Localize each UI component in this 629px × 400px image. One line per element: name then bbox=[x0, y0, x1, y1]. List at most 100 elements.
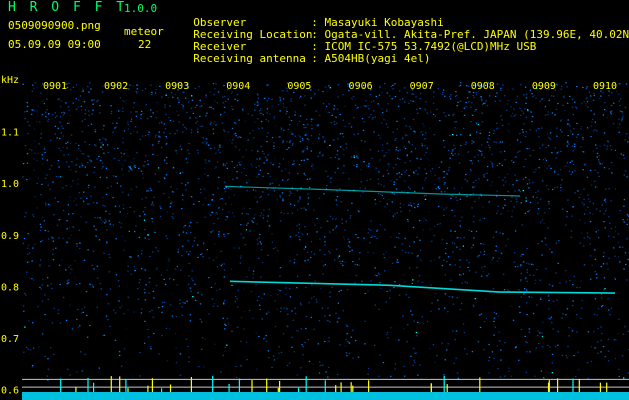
noise-pixel bbox=[576, 331, 578, 333]
noise-pixel bbox=[59, 283, 61, 286]
dark-column bbox=[203, 80, 206, 376]
noise-pixel bbox=[453, 242, 456, 245]
noise-pixel bbox=[405, 125, 407, 127]
noise-pixel bbox=[395, 163, 397, 166]
noise-pixel bbox=[62, 210, 65, 212]
noise-pixel bbox=[419, 239, 421, 241]
noise-pixel bbox=[263, 293, 265, 295]
noise-pixel bbox=[566, 141, 569, 143]
noise-pixel bbox=[525, 371, 527, 373]
noise-pixel bbox=[539, 221, 542, 223]
baseline-spike bbox=[446, 384, 448, 392]
noise-pixel bbox=[551, 251, 553, 253]
noise-pixel bbox=[210, 286, 213, 288]
noise-pixel bbox=[551, 112, 554, 114]
noise-pixel bbox=[500, 87, 502, 89]
noise-pixel bbox=[306, 148, 308, 150]
noise-pixel bbox=[526, 262, 528, 264]
noise-pixel bbox=[518, 289, 520, 291]
noise-pixel bbox=[207, 204, 210, 206]
noise-pixel bbox=[352, 95, 355, 98]
noise-pixel bbox=[437, 186, 439, 188]
noise-pixel bbox=[519, 107, 521, 109]
noise-pixel bbox=[416, 157, 418, 160]
noise-pixel bbox=[56, 224, 59, 226]
dark-column bbox=[270, 80, 273, 376]
noise-pixel bbox=[299, 136, 301, 138]
noise-pixel bbox=[86, 336, 89, 338]
noise-pixel bbox=[185, 97, 187, 99]
noise-pixel bbox=[404, 162, 406, 164]
noise-pixel bbox=[305, 286, 307, 289]
noise-pixel bbox=[399, 90, 401, 92]
dark-column bbox=[497, 80, 499, 376]
noise-pixel bbox=[535, 130, 537, 132]
noise-pixel bbox=[555, 272, 557, 274]
noise-pixel bbox=[526, 269, 528, 271]
noise-pixel bbox=[430, 310, 432, 312]
noise-pixel bbox=[394, 213, 396, 215]
noise-pixel bbox=[223, 302, 225, 304]
noise-pixel bbox=[618, 118, 620, 120]
noise-pixel bbox=[399, 176, 401, 178]
noise-pixel bbox=[39, 259, 42, 261]
baseline-spike bbox=[305, 376, 307, 392]
noise-pixel bbox=[555, 346, 557, 348]
spectrogram-svg: kHz1.11.00.90.80.70.60901 0902 0903 0904 090… bbox=[0, 74, 629, 400]
noise-pixel bbox=[424, 198, 427, 200]
noise-pixel bbox=[378, 273, 380, 275]
noise-pixel bbox=[377, 103, 379, 105]
baseline-spike bbox=[93, 382, 95, 392]
noise-pixel bbox=[333, 139, 335, 141]
noise-pixel bbox=[267, 311, 270, 313]
y-tick-label: 1.0 bbox=[1, 179, 19, 190]
noise-pixel bbox=[420, 131, 422, 133]
noise-pixel bbox=[459, 248, 461, 250]
noise-pixel bbox=[151, 201, 154, 203]
noise-pixel bbox=[363, 121, 365, 123]
noise-pixel bbox=[318, 137, 320, 139]
noise-pixel bbox=[144, 320, 146, 322]
noise-pixel bbox=[523, 123, 525, 125]
noise-pixel bbox=[109, 288, 112, 290]
noise-pixel bbox=[102, 128, 104, 130]
dark-column bbox=[326, 80, 329, 376]
noise-pixel bbox=[431, 302, 433, 304]
noise-pixel bbox=[304, 95, 306, 97]
noise-pixel bbox=[523, 94, 525, 96]
noise-pixel bbox=[187, 149, 189, 151]
noise-pixel bbox=[456, 372, 459, 374]
noise-pixel bbox=[112, 122, 114, 124]
noise-pixel bbox=[46, 174, 48, 176]
dark-column bbox=[506, 80, 509, 376]
noise-pixel bbox=[444, 247, 447, 250]
noise-pixel bbox=[553, 95, 555, 97]
noise-pixel bbox=[135, 115, 138, 117]
noise-pixel bbox=[351, 97, 353, 100]
noise-pixel bbox=[81, 120, 84, 122]
noise-pixel bbox=[260, 108, 262, 110]
noise-pixel bbox=[555, 242, 558, 244]
noise-pixel bbox=[46, 159, 48, 161]
noise-pixel bbox=[519, 133, 521, 135]
noise-pixel bbox=[32, 247, 34, 249]
noise-pixel bbox=[256, 299, 259, 302]
noise-pixel bbox=[93, 99, 95, 101]
noise-pixel bbox=[140, 170, 143, 172]
noise-pixel bbox=[260, 120, 263, 123]
noise-pixel bbox=[299, 140, 302, 143]
noise-pixel bbox=[293, 91, 295, 94]
noise-pixel bbox=[106, 187, 109, 189]
noise-pixel bbox=[194, 283, 196, 285]
noise-pixel bbox=[621, 111, 623, 113]
noise-pixel bbox=[52, 259, 55, 261]
noise-pixel bbox=[325, 170, 327, 172]
noise-pixel bbox=[191, 95, 193, 97]
noise-pixel bbox=[144, 228, 146, 231]
noise-pixel bbox=[597, 352, 599, 354]
noise-pixel bbox=[66, 283, 68, 285]
noise-pixel bbox=[358, 258, 361, 260]
noise-pixel bbox=[586, 362, 589, 364]
noise-pixel bbox=[218, 231, 220, 233]
noise-pixel bbox=[211, 211, 214, 213]
